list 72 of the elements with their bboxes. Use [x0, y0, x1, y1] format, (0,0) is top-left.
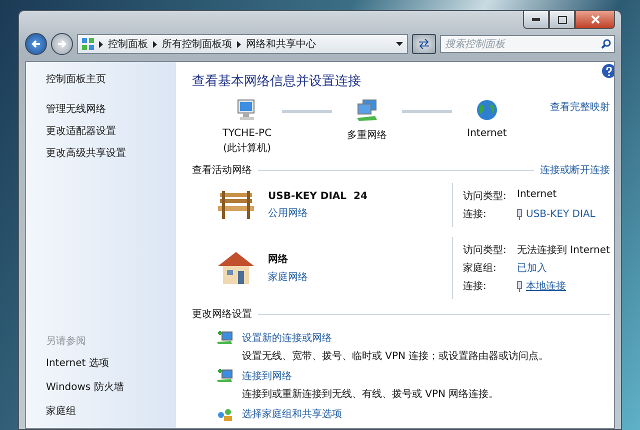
back-button[interactable]	[25, 33, 47, 55]
close-icon	[590, 15, 600, 24]
node-label: Internet	[467, 128, 507, 139]
maximize-button[interactable]	[549, 11, 575, 29]
network-icon	[355, 98, 379, 122]
house-icon	[216, 250, 256, 286]
chevron-icon	[99, 40, 103, 48]
sidebar-link[interactable]: Windows 防火墙	[46, 380, 124, 394]
sidebar-link[interactable]: 更改适配器设置	[46, 124, 116, 138]
task-description: 设置无线、宽带、拨号、临时或 VPN 连接；或设置路由器或访问点。	[242, 350, 549, 363]
network-type-link[interactable]: 家庭网络	[268, 270, 308, 284]
search-icon	[601, 39, 611, 49]
dropdown-icon[interactable]	[396, 42, 403, 46]
detail-label: 访问类型:	[463, 190, 508, 203]
full-map-link[interactable]: 查看完整映射	[550, 100, 610, 114]
detail-label: 连接:	[463, 280, 488, 293]
back-arrow-icon	[31, 39, 41, 49]
help-icon	[606, 66, 612, 76]
forward-arrow-icon	[57, 39, 67, 49]
close-button[interactable]	[575, 11, 615, 29]
task-link[interactable]: 设置新的连接或网络	[242, 331, 549, 345]
section-heading: 更改网络设置	[192, 308, 252, 321]
network-name: 网络	[268, 252, 289, 266]
adapter-icon	[517, 280, 522, 292]
chevron-icon	[153, 40, 157, 48]
page-title: 查看基本网络信息并设置连接	[192, 73, 362, 90]
sidebar-link[interactable]: 家庭组	[46, 404, 76, 418]
minimize-button[interactable]	[523, 11, 549, 29]
detail-label: 家庭组:	[463, 262, 498, 275]
see-also-heading: 另请参阅	[46, 334, 87, 348]
search-field[interactable]: 搜索控制面板	[440, 35, 615, 53]
minimize-icon	[532, 18, 540, 21]
connection-line	[402, 110, 452, 113]
node-label: 多重网络	[347, 128, 387, 142]
bench-icon	[216, 189, 256, 221]
address-bar[interactable]: 控制面板 所有控制面板项 网络和共享中心	[77, 34, 408, 54]
detail-label: 访问类型:	[463, 244, 508, 257]
network-setup-icon	[216, 331, 234, 345]
connection-line	[282, 110, 332, 113]
section-heading: 查看活动网络	[192, 164, 252, 177]
adapter-link[interactable]: 本地连接	[526, 279, 566, 293]
detail-label: 连接:	[463, 208, 488, 221]
connect-disconnect-link[interactable]: 连接或断开连接	[540, 163, 610, 177]
network-type-link[interactable]: 公用网络	[268, 206, 368, 220]
breadcrumb[interactable]: 所有控制面板项	[162, 37, 232, 51]
sidebar-link[interactable]: 控制面板主页	[46, 72, 106, 86]
homegroup-icon	[216, 407, 234, 421]
refresh-icon	[418, 39, 430, 49]
node-sublabel: (此计算机)	[223, 142, 271, 155]
control-panel-icon	[82, 38, 94, 50]
breadcrumb[interactable]: 网络和共享中心	[246, 37, 316, 51]
globe-icon	[475, 98, 499, 122]
task-link[interactable]: 连接到网络	[242, 369, 499, 383]
detail-link[interactable]: 已加入	[517, 261, 610, 275]
task-description: 连接到或重新连接到无线、有线、拨号或 VPN 网络连接。	[242, 388, 499, 401]
sidebar-link[interactable]: 更改高级共享设置	[46, 146, 126, 160]
network-name: USB-KEY DIAL 24	[268, 190, 368, 202]
task-link[interactable]: 选择家庭组和共享选项	[242, 407, 342, 421]
breadcrumb[interactable]: 控制面板	[108, 37, 148, 51]
detail-value: 无法连接到 Internet	[517, 244, 610, 257]
adapter-link[interactable]: USB-KEY DIAL	[526, 208, 596, 220]
network-setup-icon	[216, 369, 234, 383]
refresh-button[interactable]	[412, 34, 436, 54]
sidebar-link[interactable]: 管理无线网络	[46, 102, 106, 116]
node-label: TYCHE-PC	[222, 128, 272, 139]
sidebar-link[interactable]: Internet 选项	[46, 356, 109, 370]
help-button[interactable]	[602, 64, 614, 78]
detail-value: Internet	[517, 189, 558, 202]
chevron-icon	[237, 40, 241, 48]
maximize-icon	[558, 16, 566, 24]
adapter-icon	[517, 208, 522, 220]
forward-button[interactable]	[51, 33, 73, 55]
